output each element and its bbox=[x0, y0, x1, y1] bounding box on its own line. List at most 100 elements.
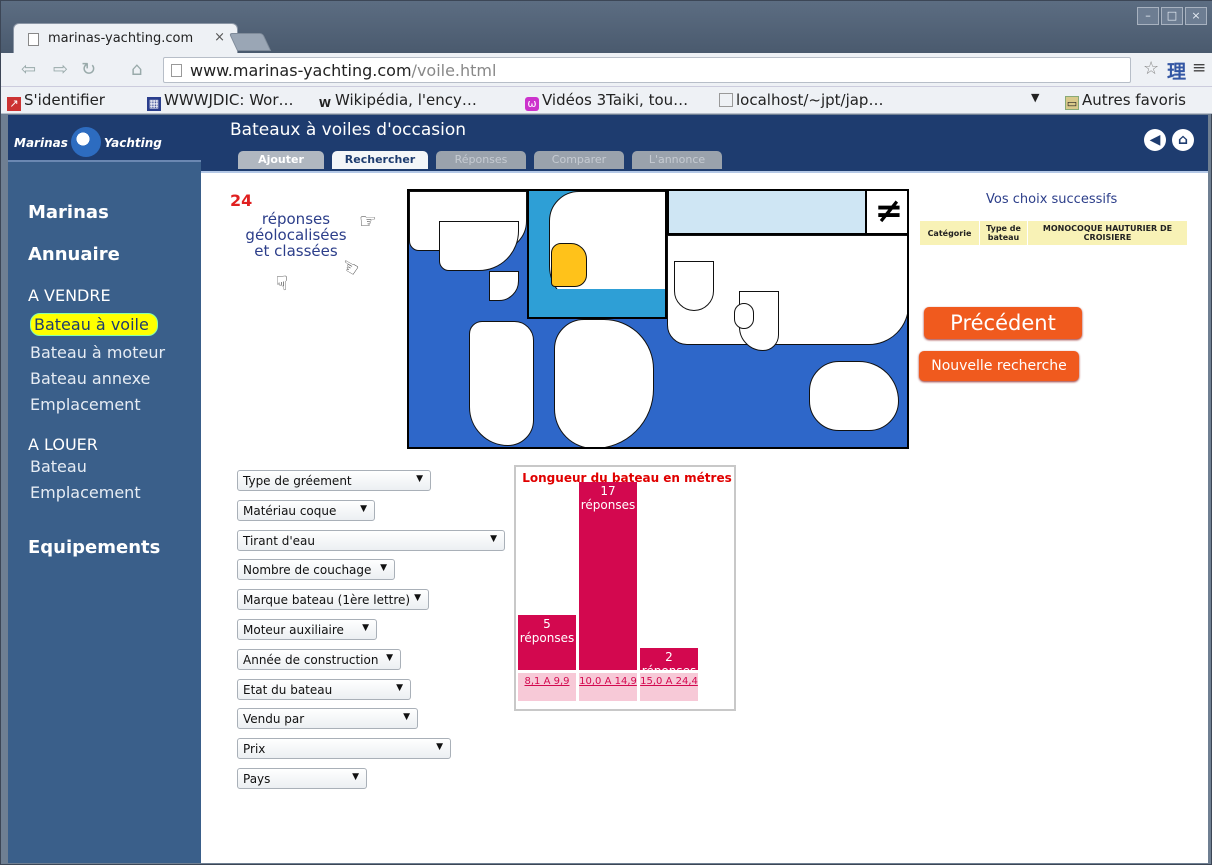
filter-select[interactable]: Etat du bateau ▼ bbox=[237, 678, 411, 700]
url-host: www.marinas-yachting.com bbox=[190, 61, 412, 80]
nav-annuaire[interactable]: Annuaire bbox=[28, 244, 120, 265]
reload-icon[interactable]: ↻ bbox=[81, 60, 96, 80]
bookmark-menu-icon[interactable]: ▼ bbox=[1031, 91, 1039, 104]
middle-east[interactable] bbox=[674, 261, 714, 311]
bar-suffix: réponses bbox=[580, 498, 636, 512]
page-title: Bateaux à voiles d'occasion bbox=[230, 120, 467, 140]
filter-select[interactable]: Tirant d'eau ▼ bbox=[237, 529, 505, 551]
sidebar: Marinas Yachting Marinas Annuaire A VENDR… bbox=[8, 115, 201, 863]
caption-line: et classées bbox=[254, 242, 338, 260]
site-logo[interactable]: Marinas Yachting bbox=[8, 115, 201, 162]
africa[interactable] bbox=[554, 319, 654, 447]
main-content: 24 réponses géolocalisées et classées ☞ … bbox=[201, 173, 1208, 863]
filter-select[interactable]: Prix ▼ bbox=[237, 738, 451, 760]
australia[interactable] bbox=[809, 361, 899, 431]
filter-label: Etat du bateau bbox=[243, 682, 333, 697]
section-a-vendre: A VENDRE bbox=[28, 286, 111, 305]
filter-label: Matériau coque bbox=[243, 503, 337, 518]
forward-icon[interactable]: ⇨ bbox=[53, 60, 68, 80]
browser-window: marinas-yachting.com × – □ × ⇦ ⇨ ↻ ⌂ www… bbox=[0, 0, 1212, 865]
home-icon[interactable]: ⌂ bbox=[1172, 129, 1194, 151]
chart-bar[interactable]: 17 réponses bbox=[579, 482, 637, 670]
minimize-icon[interactable]: – bbox=[1137, 7, 1159, 25]
nav-bateau-location[interactable]: Bateau bbox=[30, 457, 87, 476]
tab-reponses: Réponses bbox=[436, 151, 526, 169]
filter-label: Tirant d'eau bbox=[243, 533, 315, 548]
filter-select[interactable]: Nombre de couchage ▼ bbox=[237, 559, 395, 581]
extension-icon[interactable]: 理 bbox=[1167, 57, 1186, 84]
new-search-button[interactable]: Nouvelle recherche bbox=[919, 351, 1079, 381]
url-path: /voile.html bbox=[411, 61, 497, 80]
nav-bateau-moteur[interactable]: Bateau à moteur bbox=[30, 343, 165, 362]
filter-label: Moteur auxiliaire bbox=[243, 623, 344, 637]
bar-suffix: réponses bbox=[519, 631, 575, 645]
maximize-icon[interactable]: □ bbox=[1161, 7, 1183, 25]
chart-category-link[interactable]: 15,0 A 24,4 bbox=[640, 673, 698, 701]
dropdown-arrow-icon: ▼ bbox=[386, 652, 393, 663]
browser-tab[interactable]: marinas-yachting.com × bbox=[13, 23, 238, 53]
usa[interactable] bbox=[439, 221, 519, 271]
dropdown-arrow-icon: ▼ bbox=[414, 593, 421, 604]
bookmark-item[interactable]: localhost/~jpt/jap… bbox=[719, 91, 883, 109]
filter-select[interactable]: Année de construction ▼ bbox=[237, 648, 401, 670]
central-america[interactable] bbox=[489, 271, 519, 301]
logo-left: Marinas bbox=[14, 136, 68, 150]
previous-button[interactable]: Précédent bbox=[924, 307, 1082, 339]
filter-label: Vendu par bbox=[243, 712, 305, 727]
chart-category-link[interactable]: 10,0 A 14,9 bbox=[579, 673, 637, 701]
page-header: Bateaux à voiles d'occasion Ajouter Rech… bbox=[201, 115, 1208, 171]
france-highlighted[interactable] bbox=[551, 243, 587, 287]
europe-inset[interactable] bbox=[527, 191, 667, 319]
bookmark-item[interactable]: ▦ WWWJDIC: Wor… bbox=[147, 91, 294, 111]
nav-equipements[interactable]: Equipements bbox=[28, 537, 160, 558]
menu-icon[interactable]: ≡ bbox=[1192, 58, 1206, 78]
filter-select[interactable]: Type de gréement ▼ bbox=[237, 470, 431, 491]
bookmark-item[interactable]: ↗ S'identifier bbox=[7, 91, 105, 111]
address-bar[interactable]: www.marinas-yachting.com/voile.html bbox=[163, 57, 1131, 83]
length-chart: Longueur du bateau en métres 5 réponses 8,… bbox=[514, 465, 736, 711]
tab-rechercher[interactable]: Rechercher bbox=[332, 151, 428, 169]
caption-line: géolocalisées bbox=[245, 226, 347, 244]
tab-comparer: Comparer bbox=[534, 151, 624, 169]
dropdown-arrow-icon: ▼ bbox=[490, 533, 497, 544]
home-icon[interactable]: ⌂ bbox=[131, 60, 142, 80]
back-arrow-icon[interactable]: ◀ bbox=[1144, 129, 1166, 151]
filter-select[interactable]: Pays ▼ bbox=[237, 768, 367, 789]
filter-select[interactable]: Matériau coque ▼ bbox=[237, 499, 375, 521]
window-controls: – □ × bbox=[1137, 7, 1207, 25]
nav-marinas[interactable]: Marinas bbox=[28, 202, 109, 223]
title-bar: marinas-yachting.com × – □ × bbox=[1, 1, 1212, 53]
nav-emplacement-location[interactable]: Emplacement bbox=[30, 483, 141, 502]
chart-bar[interactable]: 2 réponses bbox=[640, 648, 698, 678]
dropdown-arrow-icon: ▼ bbox=[380, 563, 387, 574]
choice-value: MONOCOQUE HAUTURIER DE CROISIERE bbox=[1027, 220, 1188, 246]
tab-annonce: L'annonce bbox=[632, 151, 722, 169]
filter-select[interactable]: Marque bateau (1ère lettre) ▼ bbox=[237, 589, 429, 611]
choice-category: Catégorie bbox=[919, 220, 980, 246]
caption-line: réponses bbox=[261, 210, 331, 228]
new-tab-button[interactable] bbox=[228, 33, 272, 51]
chart-bar[interactable]: 5 réponses bbox=[518, 615, 576, 670]
nav-emplacement-vente[interactable]: Emplacement bbox=[30, 395, 141, 414]
close-tab-icon[interactable]: × bbox=[214, 30, 225, 45]
pointing-hand-icon: ☞ bbox=[269, 274, 294, 292]
madagascar[interactable] bbox=[734, 303, 754, 329]
south-america[interactable] bbox=[469, 321, 534, 446]
back-icon[interactable]: ⇦ bbox=[21, 60, 36, 80]
filter-select[interactable]: Vendu par ▼ bbox=[237, 708, 418, 730]
dropdown-arrow-icon: ▼ bbox=[360, 503, 367, 514]
close-window-icon[interactable]: × bbox=[1185, 7, 1207, 25]
bookmark-item[interactable]: W Wikipédia, l'ency… bbox=[318, 91, 477, 111]
bookmark-star-icon[interactable]: ☆ bbox=[1143, 58, 1159, 79]
nav-bateau-voile[interactable]: Bateau à voile bbox=[30, 313, 158, 336]
nav-bateau-annexe[interactable]: Bateau annexe bbox=[30, 369, 150, 388]
bookmark-item[interactable]: ω Vidéos 3Taiki, tou… bbox=[525, 91, 688, 111]
choices-title: Vos choix successifs bbox=[986, 192, 1118, 207]
chart-category-link[interactable]: 8,1 A 9,9 bbox=[518, 673, 576, 701]
world-map[interactable]: ≠ bbox=[407, 189, 909, 449]
other-bookmarks[interactable]: ▭ Autres favoris bbox=[1065, 91, 1186, 110]
tab-ajouter[interactable]: Ajouter bbox=[238, 151, 324, 169]
dropdown-arrow-icon: ▼ bbox=[403, 712, 410, 723]
filter-select[interactable]: Moteur auxiliaire ▼ bbox=[237, 619, 377, 640]
not-equal-button[interactable]: ≠ bbox=[865, 191, 907, 235]
